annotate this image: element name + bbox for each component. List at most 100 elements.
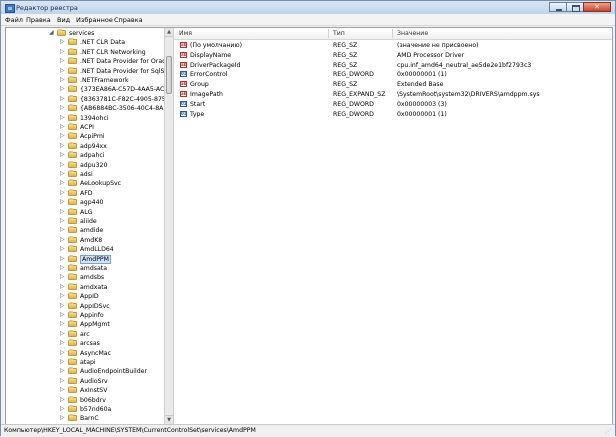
tree-node[interactable]: ▷ b57nd60a [6,405,161,414]
tree-node[interactable]: ▷ {8363781C-F82C-4905-875D-54 [6,94,164,104]
tree-node[interactable]: ▷ {373EA86A-C57D-4AA5-ACC0 [6,85,164,94]
expand-arrow-icon[interactable]: ▷ [60,180,66,186]
expand-arrow-icon[interactable]: ▷ [60,227,66,233]
expand-arrow-icon[interactable]: ▷ [60,86,66,92]
tree-node[interactable]: ▷ .NET Data Provider for SqlServ [6,66,164,76]
tree-node[interactable]: ▷ aliide [6,217,161,226]
expand-arrow-icon[interactable]: ▷ [60,349,66,356]
scroll-down-button[interactable]: ▼ [165,415,173,424]
expand-arrow-icon[interactable]: ▷ [60,124,66,130]
value-row[interactable]: ab DriverPackageId REG_SZ cpu.inf_amd64_neu… [174,61,612,70]
tree-node[interactable]: ▷ AudioSrv [6,376,161,386]
tree-node-services[interactable]: ◢ services [6,29,161,38]
tree-node[interactable]: ▷ BarnC [6,414,161,423]
close-button[interactable]: ✕ [583,2,611,12]
tree-node[interactable]: ▷ {AB6884BC-3506-40C4-8AD0-D [6,104,164,113]
expand-arrow-icon[interactable]: ▷ [60,67,66,74]
tree-node[interactable]: ▷ .NET CLR Networking [6,47,161,57]
scroll-up-button[interactable]: ▲ [165,28,173,37]
value-row[interactable]: ab DisplayName REG_SZ AMD Processor Driver [174,51,612,60]
menu-edit[interactable]: Правка [26,16,51,24]
tree-node[interactable]: ▷ agp440 [6,198,161,207]
column-divider[interactable] [392,29,393,38]
expand-arrow-icon[interactable]: ▷ [60,312,66,318]
tree-node[interactable]: ▷ amdxata [6,282,161,292]
expand-arrow-icon[interactable]: ▷ [60,95,66,102]
tree-node[interactable]: ▷ AmdK8 [6,235,161,245]
value-row[interactable]: ab Group REG_SZ Extended Base [174,80,612,89]
expand-arrow-icon[interactable]: ▷ [60,77,66,83]
tree-node[interactable]: ▷ arcsas [6,339,161,348]
expand-arrow-icon[interactable]: ▷ [60,406,66,412]
tree-node[interactable]: ▷ AcpiPmi [6,132,161,141]
expand-arrow-icon[interactable]: ▷ [60,199,66,205]
title-bar[interactable]: Редактор реестра ✕ [1,1,615,14]
expand-arrow-icon[interactable]: ▷ [60,142,66,149]
expand-arrow-icon[interactable]: ▷ [60,152,66,158]
scroll-thumb[interactable] [166,56,172,94]
tree-node[interactable]: ▷ AppID [6,292,161,301]
expand-arrow-icon[interactable]: ▷ [60,218,66,224]
maximize-button[interactable] [566,2,584,12]
tree-node[interactable]: ▷ AsyncMac [6,348,161,358]
tree-node[interactable]: ▷ b06bdrv [6,395,161,405]
expand-arrow-icon[interactable]: ▷ [60,105,66,111]
expand-arrow-icon[interactable]: ▷ [60,189,66,196]
menu-help[interactable]: Справка [114,16,143,24]
expand-arrow-icon[interactable]: ▷ [60,377,66,384]
tree-node[interactable]: ▷ AppMgmt [6,320,161,329]
tree-node[interactable]: ▷ .NET Data Provider for Oracle [6,57,164,66]
tree-node[interactable]: ▷ 1394ohci [6,113,161,123]
tree-node[interactable]: ▷ Appinfo [6,311,161,320]
expand-arrow-icon[interactable]: ▷ [60,255,66,262]
expand-arrow-icon[interactable]: ▷ [60,387,66,393]
expand-arrow-icon[interactable]: ▷ [60,208,66,215]
menu-view[interactable]: Вид [57,16,70,24]
expand-arrow-icon[interactable]: ◢ [49,30,55,36]
tree-node-selected[interactable]: ▷ AmdPPM [6,254,161,264]
tree-node[interactable]: ▷ adpahci [6,151,161,160]
column-header-name[interactable]: Имя [179,30,192,37]
value-row[interactable]: ab (По умолчанию) REG_SZ (значение не присв… [174,41,612,50]
expand-arrow-icon[interactable]: ▷ [60,133,66,139]
tree-node[interactable]: ▷ amdsata [6,264,161,273]
expand-arrow-icon[interactable]: ▷ [60,415,66,421]
expand-arrow-icon[interactable]: ▷ [60,274,66,280]
expand-arrow-icon[interactable]: ▷ [60,171,66,177]
expand-arrow-icon[interactable]: ▷ [60,302,66,309]
expand-arrow-icon[interactable]: ▷ [60,330,66,337]
expand-arrow-icon[interactable]: ▷ [60,58,66,64]
tree-node[interactable]: ▷ arc [6,329,161,339]
tree-node[interactable]: ▷ AeLookupSvc [6,179,161,188]
expand-arrow-icon[interactable]: ▷ [60,48,66,55]
column-header-value[interactable]: Значение [397,30,428,37]
values-list[interactable]: Имя Тип Значение ab (По умолчанию) REG_SZ(… [174,28,612,424]
tree-node[interactable]: ▷ amdsbs [6,273,161,282]
expand-arrow-icon[interactable]: ▷ [60,368,66,374]
tree-node[interactable]: ▷ adpu320 [6,160,161,170]
value-row[interactable]: 01 Type REG_DWORD 0x00000001 (1) [174,110,612,119]
expand-arrow-icon[interactable]: ▷ [60,340,66,346]
tree-node[interactable]: ▷ AFD [6,188,161,198]
menu-favorites[interactable]: Избранное [76,16,113,24]
tree-node[interactable]: ▷ AxInstSV [6,386,161,395]
expand-arrow-icon[interactable]: ▷ [60,265,66,271]
tree-node[interactable]: ▷ AudioEndpointBuilder [6,367,161,376]
expand-arrow-icon[interactable]: ▷ [60,396,66,403]
expand-arrow-icon[interactable]: ▷ [60,283,66,290]
expand-arrow-icon[interactable]: ▷ [60,321,66,327]
tree-node[interactable]: ▷ adp94xx [6,141,161,151]
expand-arrow-icon[interactable]: ▷ [60,236,66,243]
tree-node[interactable]: ▷ amdide [6,226,161,235]
value-row[interactable]: 01 ErrorControl REG_DWORD 0x00000001 (1) [174,70,612,79]
expand-arrow-icon[interactable]: ▷ [60,114,66,121]
tree-node[interactable]: ▷ ALG [6,207,161,217]
value-row[interactable]: 01 Start REG_DWORD 0x00000003 (3) [174,100,612,109]
menu-file[interactable]: Файл [5,16,23,24]
expand-arrow-icon[interactable]: ▷ [60,293,66,299]
tree-scrollbar[interactable]: ▲ ▼ [164,28,174,424]
resize-grip-icon[interactable]: ⋰ [605,428,613,436]
tree-node[interactable]: ▷ atapi [6,358,161,367]
expand-arrow-icon[interactable]: ▷ [60,359,66,365]
minimize-button[interactable] [549,2,567,12]
